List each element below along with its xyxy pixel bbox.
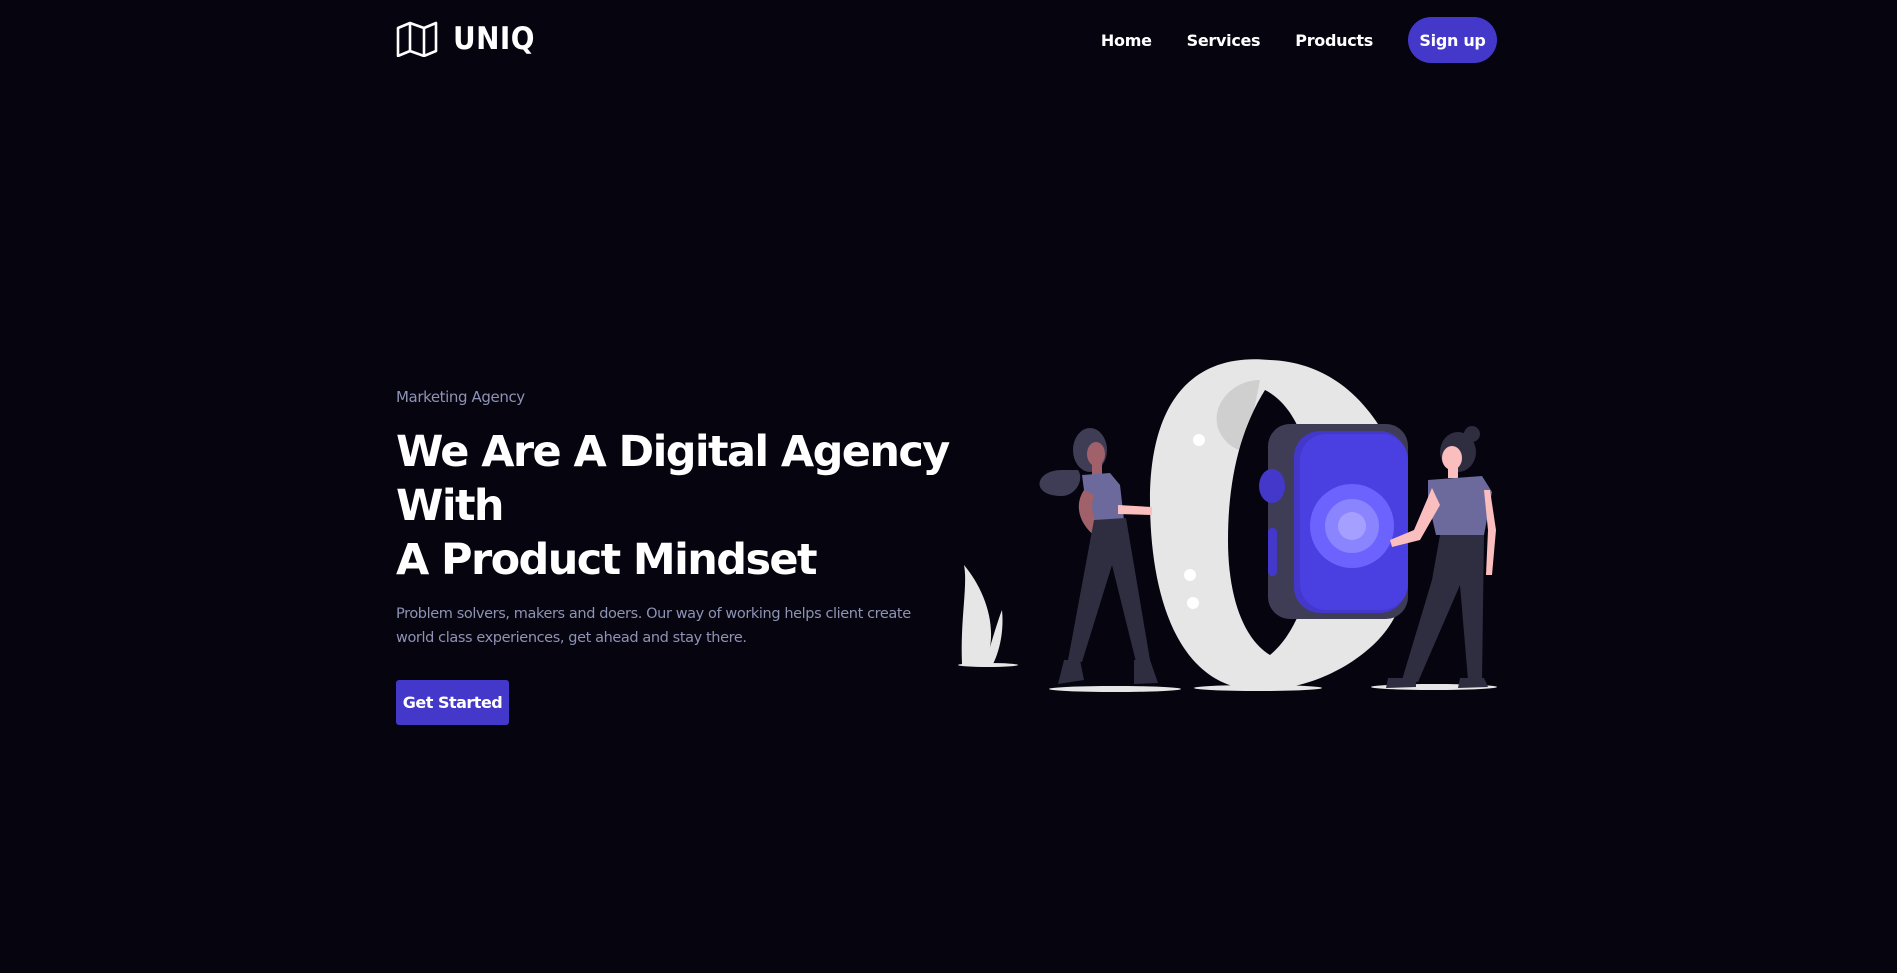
get-started-button[interactable]: Get Started xyxy=(396,680,509,725)
nav-link-home[interactable]: Home xyxy=(1101,31,1152,50)
landing-page: UNIQ Home Services Products Sign up Mark… xyxy=(0,0,1897,973)
hero-eyebrow: Marketing Agency xyxy=(396,388,525,406)
hero-illustration xyxy=(958,359,1497,692)
hero-headline-line2: A Product Mindset xyxy=(396,535,818,585)
hero-headline: We Are A Digital Agency With A Product M… xyxy=(396,425,956,587)
map-icon xyxy=(396,21,438,57)
signup-button[interactable]: Sign up xyxy=(1408,17,1497,63)
brand-logo[interactable]: UNIQ xyxy=(396,19,544,59)
hero-headline-line1: We Are A Digital Agency With xyxy=(396,427,950,531)
person-left xyxy=(1039,428,1158,684)
top-navbar: UNIQ Home Services Products Sign up xyxy=(396,17,1497,63)
hero-description: Problem solvers, makers and doers. Our w… xyxy=(396,606,911,646)
watch-face xyxy=(1259,424,1408,619)
plant-icon xyxy=(961,565,1003,664)
nav-link-services[interactable]: Services xyxy=(1187,31,1261,50)
brand-name: UNIQ xyxy=(453,21,535,57)
nav-links: Home Services Products Sign up xyxy=(1101,17,1497,63)
nav-link-products[interactable]: Products xyxy=(1295,31,1373,50)
hero-section: Marketing Agency We Are A Digital Agency… xyxy=(396,388,956,725)
